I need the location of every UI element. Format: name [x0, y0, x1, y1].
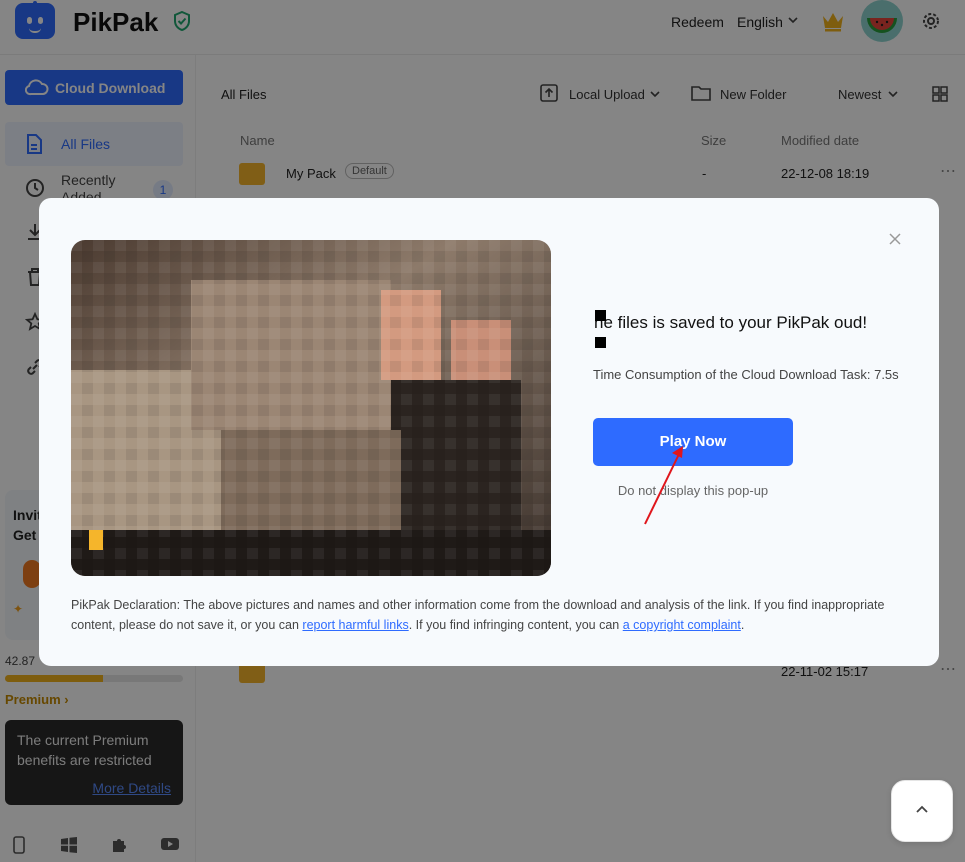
declaration-prefix: PikPak Declaration:: [71, 598, 181, 612]
redaction-block: [595, 310, 606, 321]
do-not-display-link[interactable]: Do not display this pop-up: [593, 483, 793, 498]
video-preview-thumbnail[interactable]: [71, 240, 551, 576]
red-arrow-annotation: [644, 446, 683, 525]
copyright-complaint-link[interactable]: a copyright complaint: [623, 618, 741, 632]
declaration-text: .: [740, 618, 745, 632]
modal-title: he files is saved to your PikPak oud!: [594, 310, 894, 348]
declaration-text: . If you find infringing content, you ca…: [408, 618, 623, 632]
chevron-up-icon: [916, 805, 928, 813]
close-icon[interactable]: [888, 232, 902, 246]
report-harmful-links-link[interactable]: report harmful links: [302, 618, 408, 632]
pikpak-declaration: PikPak Declaration: The above pictures a…: [71, 595, 911, 635]
pixelated-preview-image: [71, 240, 551, 576]
download-complete-modal: he files is saved to your PikPak oud! Ti…: [39, 198, 939, 666]
redaction-block: [595, 337, 606, 348]
modal-title-text: he files is saved to your PikPak oud!: [594, 313, 868, 332]
scroll-to-top-button[interactable]: [891, 780, 953, 842]
task-time-text: Time Consumption of the Cloud Download T…: [593, 367, 899, 382]
play-now-button[interactable]: Play Now: [593, 418, 793, 466]
